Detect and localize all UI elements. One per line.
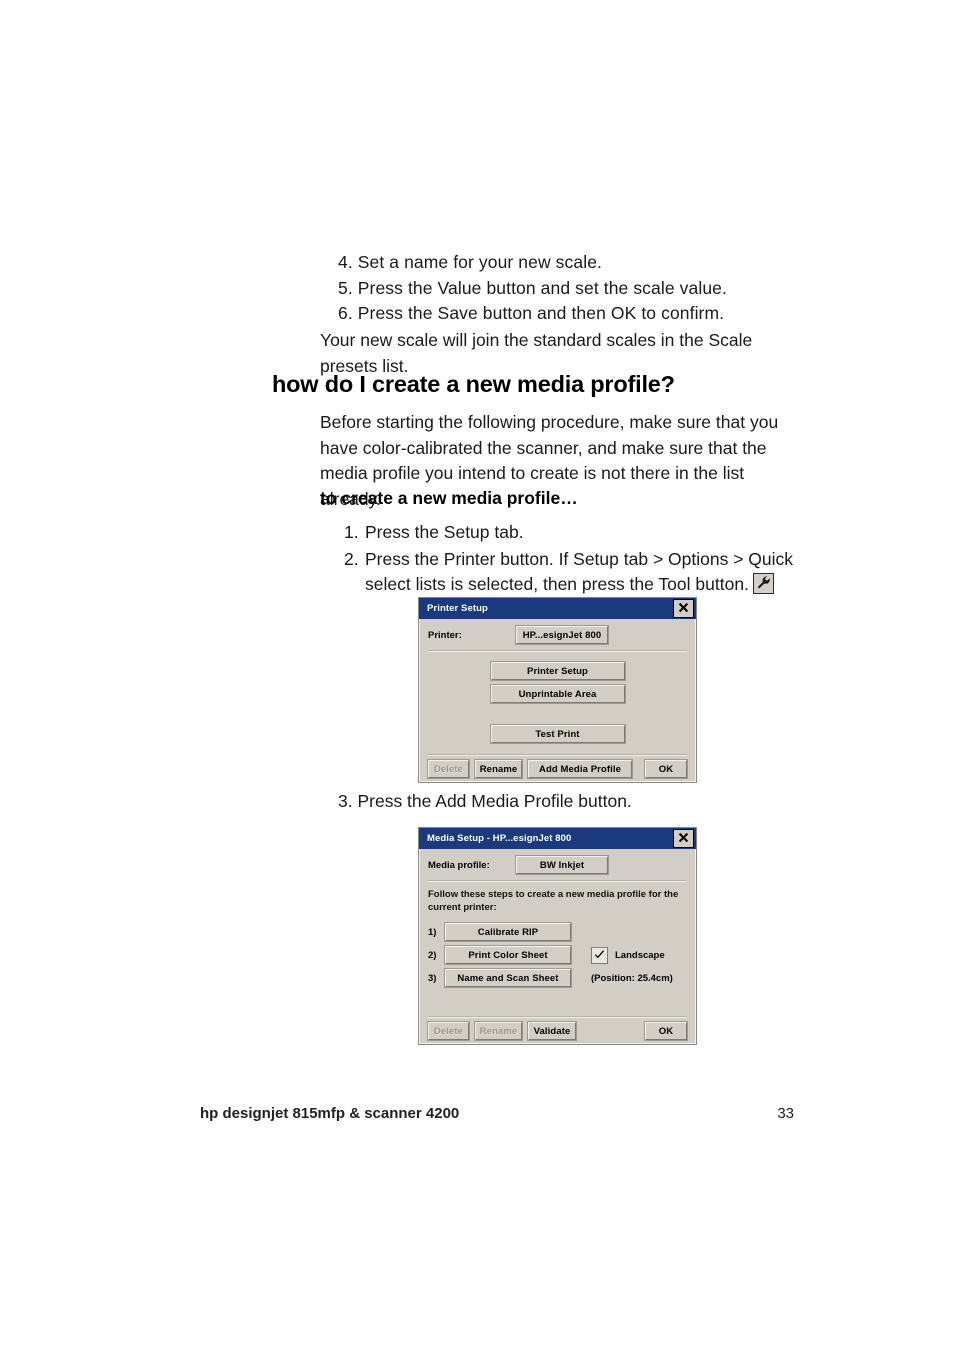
steps-list-top: 4. Set a name for your new scale. 5. Pre… — [338, 250, 808, 327]
step-number: 3) — [428, 972, 437, 984]
divider — [428, 1016, 687, 1018]
wrench-icon — [752, 573, 774, 594]
test-print-button[interactable]: Test Print — [490, 725, 625, 743]
name-and-scan-sheet-button[interactable]: Name and Scan Sheet — [445, 969, 571, 987]
document-page: 4. Set a name for your new scale. 5. Pre… — [0, 0, 954, 1351]
rename-button[interactable]: Rename — [475, 760, 522, 778]
list-item: 2. Press the Printer button. If Setup ta… — [344, 547, 804, 598]
printer-row: Printer: HP...esignJet 800 — [419, 619, 696, 650]
page-footer: hp designjet 815mfp & scanner 4200 33 — [200, 1105, 794, 1122]
dialog-title: Printer Setup — [427, 603, 488, 614]
media-profile-select-button[interactable]: BW Inkjet — [516, 856, 608, 874]
print-color-sheet-button[interactable]: Print Color Sheet — [445, 946, 571, 964]
step-number: 2) — [428, 949, 437, 961]
step-item: 3. Press the Add Media Profile button. — [338, 791, 632, 811]
printer-select-button[interactable]: HP...esignJet 800 — [516, 626, 608, 644]
printer-actions: Printer Setup Unprintable Area — [419, 652, 696, 703]
dialog-title: Media Setup - HP...esignJet 800 — [427, 833, 572, 844]
printer-setup-button[interactable]: Printer Setup — [490, 662, 625, 680]
delete-button[interactable]: Delete — [428, 760, 469, 778]
step-number: 1) — [428, 926, 437, 938]
ok-button[interactable]: OK — [645, 760, 687, 778]
steps-list-create: 1. Press the Setup tab. 2. Press the Pri… — [344, 520, 804, 599]
close-icon[interactable] — [673, 599, 694, 618]
step-item: 4. Set a name for your new scale. — [338, 252, 602, 272]
checkbox-checked-icon[interactable] — [591, 946, 608, 964]
dialog-body: Printer: HP...esignJet 800 Printer Setup… — [419, 619, 696, 782]
printer-setup-dialog: Printer Setup Printer: HP...esignJet 800… — [418, 597, 697, 783]
add-media-profile-button[interactable]: Add Media Profile — [528, 760, 632, 778]
instructions-text: Follow these steps to create a new media… — [428, 889, 679, 913]
step-item: 5. Press the Value button and set the sc… — [338, 277, 727, 298]
list-item-number: 1. — [344, 522, 359, 542]
dialog-button-row: Delete Rename Add Media Profile OK — [419, 760, 696, 778]
printer-label: Printer: — [428, 629, 462, 641]
rename-button[interactable]: Rename — [475, 1022, 522, 1040]
section-subtitle: to create a new media profile… — [320, 488, 578, 508]
media-profile-row: Media profile: BW Inkjet — [419, 849, 696, 880]
dialog-titlebar: Media Setup - HP...esignJet 800 — [419, 828, 696, 849]
list-item-label: Press the Printer button. If Setup tab >… — [365, 548, 794, 595]
ok-button[interactable]: OK — [645, 1022, 687, 1040]
delete-button[interactable]: Delete — [428, 1022, 469, 1040]
list-item-label: Press the Setup tab. — [365, 522, 524, 542]
page-number: 33 — [777, 1105, 794, 1122]
landscape-label: Landscape — [615, 949, 665, 961]
media-setup-dialog: Media Setup - HP...esignJet 800 Media pr… — [418, 827, 697, 1045]
dialog-titlebar: Printer Setup — [419, 598, 696, 619]
dialog-button-row: Delete Rename Validate OK — [419, 1022, 696, 1040]
dialog-body: Media profile: BW Inkjet Follow these st… — [419, 849, 696, 1044]
divider — [428, 754, 687, 756]
page-title: how do I create a new media profile? — [272, 371, 675, 397]
step-item: 6. Press the Save button and then OK to … — [338, 303, 725, 323]
media-profile-label: Media profile: — [428, 859, 490, 871]
list-item: 1. Press the Setup tab. — [344, 520, 804, 546]
calibrate-rip-button[interactable]: Calibrate RIP — [445, 923, 571, 941]
list-item-number: 2. — [344, 548, 359, 569]
footer-title: hp designjet 815mfp & scanner 4200 — [200, 1105, 460, 1122]
position-note: (Position: 25.4cm) — [591, 972, 673, 984]
validate-button[interactable]: Validate — [528, 1022, 576, 1040]
unprintable-area-button[interactable]: Unprintable Area — [490, 685, 625, 703]
close-icon[interactable] — [673, 829, 694, 848]
landscape-checkbox-row[interactable]: Landscape — [575, 946, 696, 964]
media-steps-grid: 1) Calibrate RIP 2) Print Color Sheet La… — [419, 923, 696, 987]
